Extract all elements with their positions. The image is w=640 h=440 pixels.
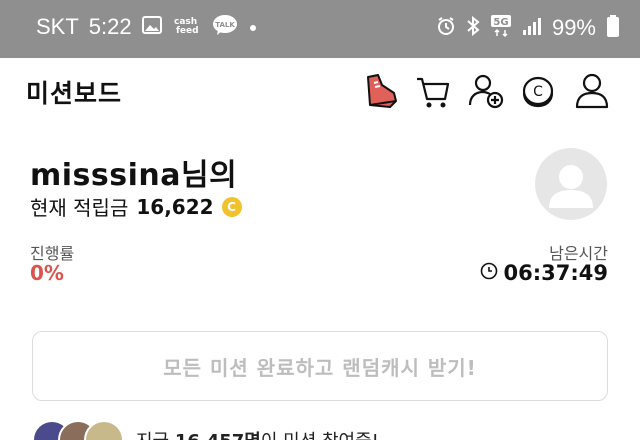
cashfeed-label-bottom: feed (176, 26, 199, 35)
points-label: 현재 적립금 (30, 196, 129, 220)
network-label: 5G (493, 17, 508, 28)
username: misssina님의 (30, 158, 238, 193)
cashfeed-icon: cash feed (172, 15, 202, 39)
participants-prefix: 지금 (136, 431, 175, 440)
status-bar-right: 5G 99% (436, 14, 620, 42)
battery-icon (606, 14, 620, 42)
bluetooth-icon (466, 15, 480, 40)
coin-badge-icon: C (221, 196, 242, 217)
profile-icon[interactable] (572, 71, 612, 111)
coin-icon-symbol: C (533, 84, 543, 100)
clock-time: 5:22 (88, 14, 132, 39)
clock-icon (480, 262, 498, 284)
participants-row: 지금 16,457명이 미션 참여중! (32, 420, 379, 440)
dot-icon (248, 18, 258, 37)
participants-count: 16,457명 (175, 431, 261, 440)
random-cash-reward-button[interactable]: 모든 미션 완료하고 랜덤캐시 받기! (32, 331, 608, 401)
kakaotalk-label: TALK (215, 21, 235, 29)
cart-icon[interactable] (413, 71, 453, 111)
remaining-time-row: 06:37:49 (480, 261, 608, 285)
progress-value: 0% (30, 261, 64, 285)
kakaotalk-icon: TALK (212, 14, 238, 40)
avatar[interactable] (535, 148, 607, 220)
status-bar: SKT 5:22 cash feed TALK 5G 99% (0, 0, 640, 58)
shoe-icon[interactable] (360, 71, 400, 111)
signal-icon (522, 16, 542, 40)
app-header: 미션보드 C (0, 58, 640, 128)
coin-icon[interactable]: C (518, 71, 558, 111)
battery-percent: 99% (551, 15, 596, 40)
add-friend-icon[interactable] (466, 71, 506, 111)
participants-suffix: 이 미션 참여중! (261, 431, 379, 440)
alarm-icon (436, 16, 456, 40)
5g-icon: 5G (490, 14, 512, 42)
remaining-time-value: 06:37:49 (503, 261, 608, 285)
points-value: 16,622 (136, 194, 214, 219)
page-title: 미션보드 (26, 79, 123, 108)
gallery-icon (141, 16, 162, 38)
participants-text: 지금 16,457명이 미션 참여중! (136, 427, 379, 440)
reward-button-label: 모든 미션 완료하고 랜덤캐시 받기! (163, 355, 477, 380)
points-row: 현재 적립금 16,622 C (30, 192, 242, 221)
carrier-label: SKT (36, 14, 79, 39)
status-bar-left: SKT 5:22 cash feed TALK (36, 14, 258, 40)
